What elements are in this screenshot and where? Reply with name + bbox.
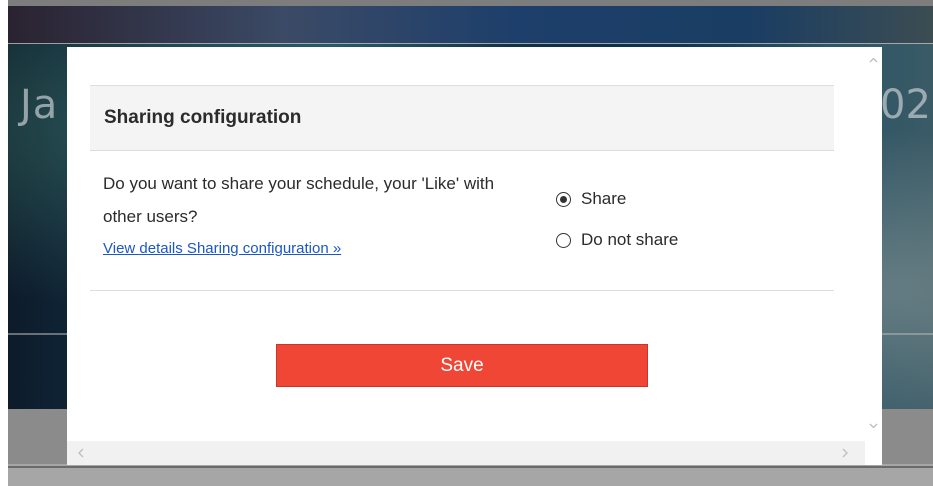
save-button[interactable]: Save bbox=[276, 344, 648, 387]
section-header: Sharing configuration bbox=[90, 85, 834, 151]
scrollbar-corner bbox=[865, 441, 882, 465]
share-radio[interactable] bbox=[556, 191, 571, 207]
sharing-configuration-dialog: Sharing configuration Do you want to sha… bbox=[67, 47, 882, 465]
banner-divider bbox=[8, 43, 933, 44]
share-option[interactable]: Share bbox=[556, 189, 626, 209]
sharing-question: Do you want to share your schedule, your… bbox=[103, 174, 495, 226]
banner-heading-fragment-right: 02 bbox=[880, 82, 931, 128]
do-not-share-option-label: Do not share bbox=[581, 230, 679, 249]
dialog-title: Sharing configuration bbox=[104, 107, 302, 128]
vertical-scrollbar[interactable] bbox=[865, 47, 882, 441]
chevron-right-icon[interactable] bbox=[839, 446, 851, 460]
page-bottom-line bbox=[8, 466, 933, 468]
chevron-left-icon[interactable] bbox=[75, 446, 87, 460]
top-banner-strip bbox=[8, 6, 933, 44]
share-option-label: Share bbox=[581, 189, 627, 208]
radio-selected-dot bbox=[560, 195, 567, 203]
do-not-share-option[interactable]: Do not share bbox=[556, 230, 678, 250]
chevron-up-icon[interactable] bbox=[868, 55, 879, 66]
banner-heading-fragment-left: Ja bbox=[20, 82, 59, 128]
do-not-share-radio[interactable] bbox=[556, 232, 571, 248]
section-divider bbox=[90, 290, 834, 291]
view-details-link[interactable]: View details Sharing configuration » bbox=[103, 240, 341, 257]
chevron-down-icon[interactable] bbox=[868, 420, 879, 431]
left-edge bbox=[0, 0, 8, 486]
horizontal-scrollbar[interactable] bbox=[67, 441, 865, 465]
